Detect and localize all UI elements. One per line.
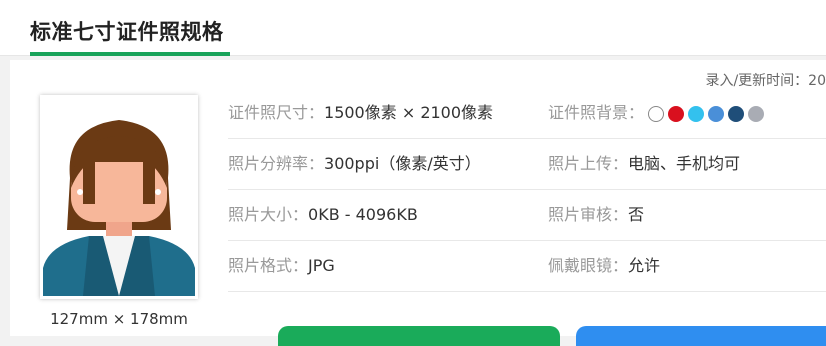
spec-background: 证件照背景： <box>548 88 768 138</box>
spec-label: 照片格式： <box>228 256 309 275</box>
photo-size-caption: 127mm × 178mm <box>50 310 188 328</box>
spec-label: 照片分辨率： <box>228 154 325 173</box>
spec-review: 照片审核：否 <box>548 190 644 240</box>
spec-label: 证件照背景： <box>548 103 645 122</box>
spec-upload: 照片上传：电脑、手机均可 <box>548 139 740 189</box>
background-color-swatches <box>648 89 768 139</box>
title-underline <box>30 52 230 56</box>
page-title: 标准七寸证件照规格 <box>30 20 224 44</box>
swatch-red[interactable] <box>668 106 685 122</box>
spec-table: 证件照尺寸：1500像素 × 2100像素 证件照背景： 照片分辨率：300pp… <box>228 88 826 292</box>
swatch-blue[interactable] <box>708 106 725 122</box>
spec-value: 电脑、手机均可 <box>628 154 741 173</box>
spec-row: 证件照尺寸：1500像素 × 2100像素 证件照背景： <box>228 88 826 139</box>
spec-value: 1500像素 × 2100像素 <box>324 103 494 122</box>
spec-glasses: 佩戴眼镜：允许 <box>548 241 660 291</box>
spec-format: 照片格式：JPG <box>228 241 335 291</box>
spec-label: 照片大小： <box>228 205 309 224</box>
spec-value: 300ppi（像素/英寸） <box>324 154 481 173</box>
swatch-white[interactable] <box>648 106 665 122</box>
page-header: 标准七寸证件照规格 <box>0 0 826 56</box>
spec-row: 照片分辨率：300ppi（像素/英寸） 照片上传：电脑、手机均可 <box>228 139 826 190</box>
primary-action-button[interactable] <box>278 326 560 346</box>
spec-label: 证件照尺寸： <box>228 103 325 122</box>
swatch-light-blue[interactable] <box>688 106 705 122</box>
spec-row: 照片大小：0KB - 4096KB 照片审核：否 <box>228 190 826 241</box>
spec-panel: 录入/更新时间：20 127mm × 178mm 证件照尺寸：1500像素 × … <box>10 60 826 346</box>
secondary-action-button[interactable] <box>576 326 826 346</box>
spec-file-size: 照片大小：0KB - 4096KB <box>228 190 418 240</box>
spec-row: 照片格式：JPG 佩戴眼镜：允许 <box>228 241 826 292</box>
swatch-dark-blue[interactable] <box>728 106 745 122</box>
spec-value: 0KB - 4096KB <box>308 205 418 224</box>
person-avatar-icon <box>43 98 195 296</box>
spec-value: 允许 <box>628 256 661 275</box>
spec-label: 佩戴眼镜： <box>548 256 629 275</box>
spec-resolution: 照片分辨率：300ppi（像素/英寸） <box>228 139 481 189</box>
spec-value: 否 <box>628 205 645 224</box>
spec-label: 照片审核： <box>548 205 629 224</box>
spec-label: 照片上传： <box>548 154 629 173</box>
update-time-label: 录入/更新时间：20 <box>705 73 826 89</box>
spec-photo-dimensions: 证件照尺寸：1500像素 × 2100像素 <box>228 88 493 138</box>
swatch-gray[interactable] <box>748 106 765 122</box>
sample-photo <box>40 95 198 299</box>
spec-value: JPG <box>308 256 335 275</box>
